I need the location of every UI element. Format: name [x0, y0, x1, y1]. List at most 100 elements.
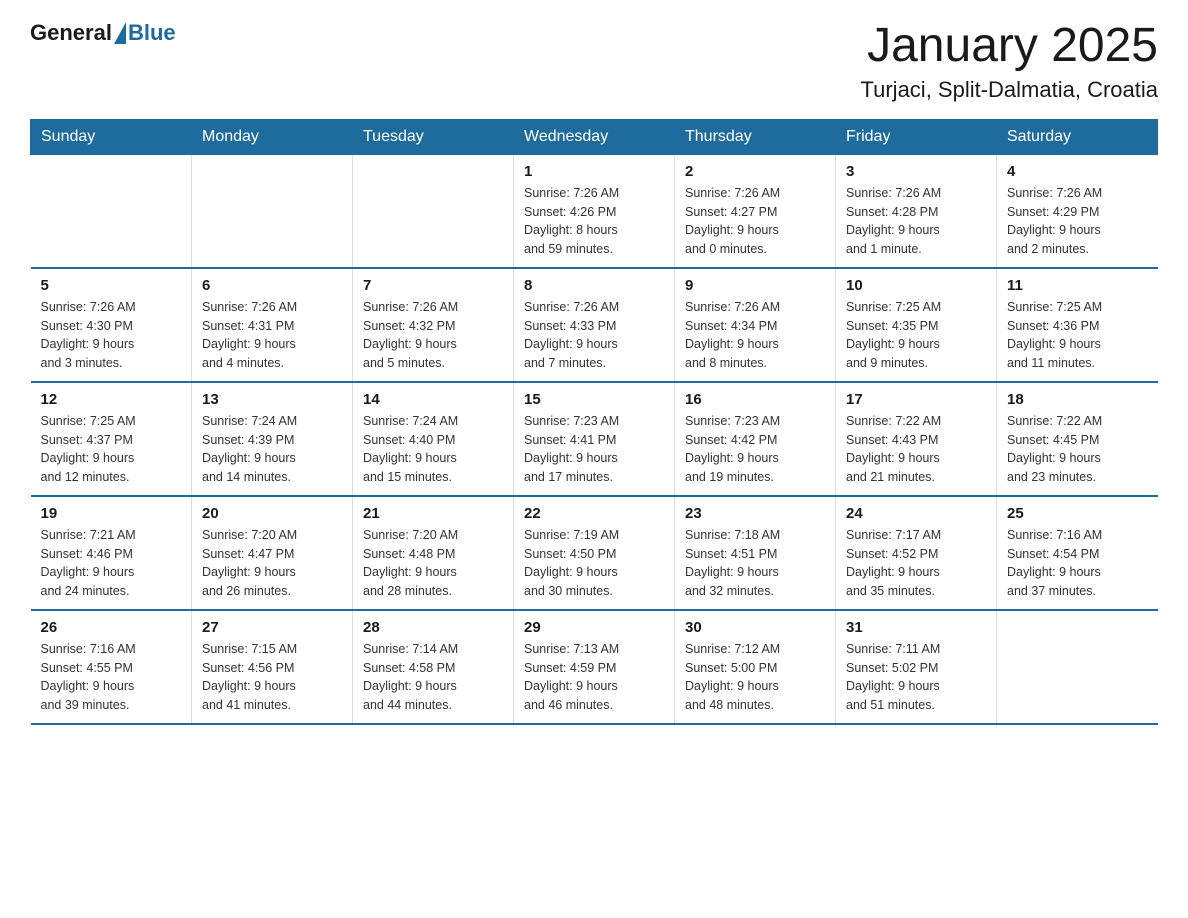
logo-blue-text: Blue [128, 20, 176, 46]
day-number: 20 [202, 505, 342, 522]
day-number: 27 [202, 619, 342, 636]
calendar-cell: 29 Sunrise: 7:13 AM Sunset: 4:59 PM Dayli… [514, 610, 675, 724]
day-info: Sunrise: 7:23 AM Sunset: 4:42 PM Dayligh… [685, 412, 825, 487]
day-number: 21 [363, 505, 503, 522]
day-number: 14 [363, 391, 503, 408]
calendar-cell: 24 Sunrise: 7:17 AM Sunset: 4:52 PM Dayli… [836, 496, 997, 610]
day-number: 10 [846, 277, 986, 294]
day-info: Sunrise: 7:20 AM Sunset: 4:47 PM Dayligh… [202, 526, 342, 601]
day-info: Sunrise: 7:25 AM Sunset: 4:37 PM Dayligh… [41, 412, 182, 487]
day-number: 23 [685, 505, 825, 522]
calendar-cell: 25 Sunrise: 7:16 AM Sunset: 4:54 PM Dayli… [997, 496, 1158, 610]
weekday-header-tuesday: Tuesday [353, 119, 514, 154]
day-info: Sunrise: 7:26 AM Sunset: 4:27 PM Dayligh… [685, 184, 825, 259]
day-number: 17 [846, 391, 986, 408]
weekday-header-thursday: Thursday [675, 119, 836, 154]
weekday-header-monday: Monday [192, 119, 353, 154]
calendar-table: SundayMondayTuesdayWednesdayThursdayFrid… [30, 119, 1158, 725]
calendar-cell: 13Sunrise: 7:24 AM Sunset: 4:39 PM Dayli… [192, 382, 353, 496]
day-info: Sunrise: 7:26 AM Sunset: 4:33 PM Dayligh… [524, 298, 664, 373]
calendar-cell: 31Sunrise: 7:11 AM Sunset: 5:02 PM Dayli… [836, 610, 997, 724]
day-number: 29 [524, 619, 664, 636]
day-info: Sunrise: 7:16 AM Sunset: 4:54 PM Dayligh… [1007, 526, 1148, 601]
calendar-cell: 23 Sunrise: 7:18 AM Sunset: 4:51 PM Dayli… [675, 496, 836, 610]
calendar-cell: 8 Sunrise: 7:26 AM Sunset: 4:33 PM Daylig… [514, 268, 675, 382]
calendar-week-row: 5 Sunrise: 7:26 AM Sunset: 4:30 PM Daylig… [31, 268, 1158, 382]
day-info: Sunrise: 7:26 AM Sunset: 4:30 PM Dayligh… [41, 298, 182, 373]
day-number: 26 [41, 619, 182, 636]
logo-general-text: General [30, 20, 112, 46]
calendar-cell: 28 Sunrise: 7:14 AM Sunset: 4:58 PM Dayli… [353, 610, 514, 724]
day-number: 19 [41, 505, 182, 522]
title-block: January 2025 Turjaci, Split-Dalmatia, Cr… [861, 20, 1159, 103]
calendar-cell: 12 Sunrise: 7:25 AM Sunset: 4:37 PM Dayli… [31, 382, 192, 496]
calendar-cell: 20 Sunrise: 7:20 AM Sunset: 4:47 PM Dayli… [192, 496, 353, 610]
weekday-header-sunday: Sunday [31, 119, 192, 154]
day-number: 12 [41, 391, 182, 408]
logo-triangle-icon [114, 22, 126, 44]
calendar-cell: 18 Sunrise: 7:22 AM Sunset: 4:45 PM Dayli… [997, 382, 1158, 496]
day-info: Sunrise: 7:25 AM Sunset: 4:36 PM Dayligh… [1007, 298, 1148, 373]
day-info: Sunrise: 7:12 AM Sunset: 5:00 PM Dayligh… [685, 640, 825, 715]
day-number: 1 [524, 163, 664, 180]
calendar-cell [31, 154, 192, 268]
day-number: 8 [524, 277, 664, 294]
day-number: 5 [41, 277, 182, 294]
weekday-header-friday: Friday [836, 119, 997, 154]
weekday-header-wednesday: Wednesday [514, 119, 675, 154]
day-number: 30 [685, 619, 825, 636]
day-number: 4 [1007, 163, 1148, 180]
calendar-cell: 22 Sunrise: 7:19 AM Sunset: 4:50 PM Dayli… [514, 496, 675, 610]
day-info: Sunrise: 7:26 AM Sunset: 4:32 PM Dayligh… [363, 298, 503, 373]
day-info: Sunrise: 7:26 AM Sunset: 4:29 PM Dayligh… [1007, 184, 1148, 259]
calendar-cell: 16 Sunrise: 7:23 AM Sunset: 4:42 PM Dayli… [675, 382, 836, 496]
day-info: Sunrise: 7:25 AM Sunset: 4:35 PM Dayligh… [846, 298, 986, 373]
day-number: 24 [846, 505, 986, 522]
calendar-cell: 5 Sunrise: 7:26 AM Sunset: 4:30 PM Daylig… [31, 268, 192, 382]
day-info: Sunrise: 7:13 AM Sunset: 4:59 PM Dayligh… [524, 640, 664, 715]
day-info: Sunrise: 7:17 AM Sunset: 4:52 PM Dayligh… [846, 526, 986, 601]
day-info: Sunrise: 7:19 AM Sunset: 4:50 PM Dayligh… [524, 526, 664, 601]
page-header: General Blue January 2025 Turjaci, Split… [30, 20, 1158, 103]
day-info: Sunrise: 7:11 AM Sunset: 5:02 PM Dayligh… [846, 640, 986, 715]
day-info: Sunrise: 7:24 AM Sunset: 4:40 PM Dayligh… [363, 412, 503, 487]
day-number: 18 [1007, 391, 1148, 408]
day-info: Sunrise: 7:26 AM Sunset: 4:34 PM Dayligh… [685, 298, 825, 373]
day-number: 25 [1007, 505, 1148, 522]
day-number: 6 [202, 277, 342, 294]
day-number: 22 [524, 505, 664, 522]
day-number: 7 [363, 277, 503, 294]
day-info: Sunrise: 7:22 AM Sunset: 4:45 PM Dayligh… [1007, 412, 1148, 487]
calendar-cell [997, 610, 1158, 724]
day-info: Sunrise: 7:23 AM Sunset: 4:41 PM Dayligh… [524, 412, 664, 487]
calendar-cell: 21Sunrise: 7:20 AM Sunset: 4:48 PM Dayli… [353, 496, 514, 610]
day-number: 9 [685, 277, 825, 294]
calendar-cell: 19 Sunrise: 7:21 AM Sunset: 4:46 PM Dayli… [31, 496, 192, 610]
calendar-subtitle: Turjaci, Split-Dalmatia, Croatia [861, 77, 1159, 103]
day-info: Sunrise: 7:26 AM Sunset: 4:26 PM Dayligh… [524, 184, 664, 259]
calendar-cell: 6 Sunrise: 7:26 AM Sunset: 4:31 PM Daylig… [192, 268, 353, 382]
day-number: 2 [685, 163, 825, 180]
day-info: Sunrise: 7:21 AM Sunset: 4:46 PM Dayligh… [41, 526, 182, 601]
calendar-cell: 27Sunrise: 7:15 AM Sunset: 4:56 PM Dayli… [192, 610, 353, 724]
calendar-cell: 1 Sunrise: 7:26 AM Sunset: 4:26 PM Daylig… [514, 154, 675, 268]
calendar-title: January 2025 [861, 20, 1159, 73]
calendar-cell: 14 Sunrise: 7:24 AM Sunset: 4:40 PM Dayli… [353, 382, 514, 496]
day-number: 3 [846, 163, 986, 180]
calendar-cell: 15Sunrise: 7:23 AM Sunset: 4:41 PM Dayli… [514, 382, 675, 496]
calendar-week-row: 19 Sunrise: 7:21 AM Sunset: 4:46 PM Dayli… [31, 496, 1158, 610]
calendar-week-row: 26 Sunrise: 7:16 AM Sunset: 4:55 PM Dayli… [31, 610, 1158, 724]
calendar-cell: 9 Sunrise: 7:26 AM Sunset: 4:34 PM Daylig… [675, 268, 836, 382]
day-number: 16 [685, 391, 825, 408]
day-info: Sunrise: 7:14 AM Sunset: 4:58 PM Dayligh… [363, 640, 503, 715]
day-number: 28 [363, 619, 503, 636]
day-info: Sunrise: 7:24 AM Sunset: 4:39 PM Dayligh… [202, 412, 342, 487]
day-info: Sunrise: 7:26 AM Sunset: 4:31 PM Dayligh… [202, 298, 342, 373]
calendar-cell [353, 154, 514, 268]
calendar-cell: 4 Sunrise: 7:26 AM Sunset: 4:29 PM Daylig… [997, 154, 1158, 268]
calendar-cell: 3Sunrise: 7:26 AM Sunset: 4:28 PM Daylig… [836, 154, 997, 268]
day-info: Sunrise: 7:16 AM Sunset: 4:55 PM Dayligh… [41, 640, 182, 715]
day-info: Sunrise: 7:18 AM Sunset: 4:51 PM Dayligh… [685, 526, 825, 601]
calendar-week-row: 1 Sunrise: 7:26 AM Sunset: 4:26 PM Daylig… [31, 154, 1158, 268]
day-number: 11 [1007, 277, 1148, 294]
